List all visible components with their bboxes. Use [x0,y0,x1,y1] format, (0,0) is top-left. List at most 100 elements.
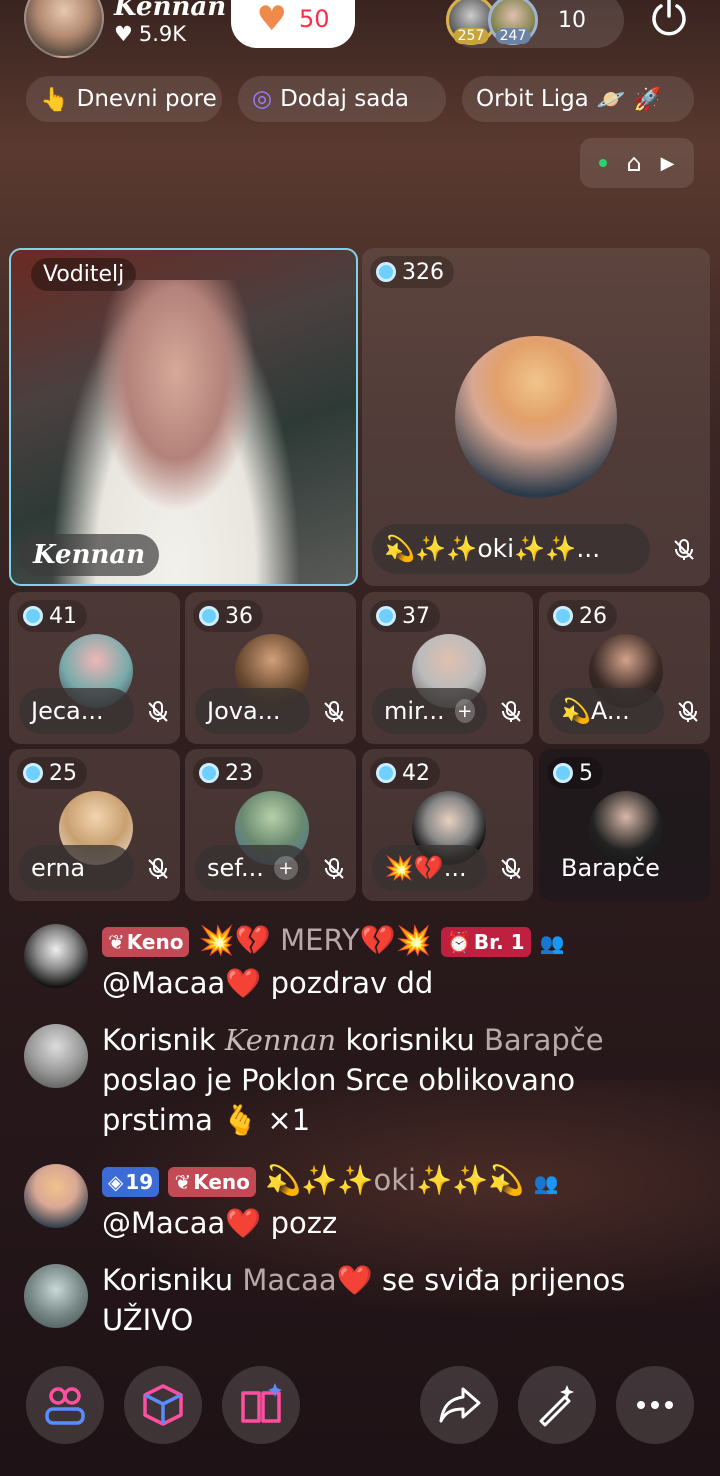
guest-tile[interactable]: 25 erna [9,749,180,901]
plus-icon[interactable]: + [273,856,298,880]
effects-button[interactable] [222,1366,300,1444]
chat-avatar[interactable] [24,924,88,988]
chat-message[interactable]: Korisnik Kennan korisniku Barapče poslao… [24,1020,690,1140]
guest-score: 25 [49,760,77,786]
power-icon[interactable] [646,0,692,40]
guest-score: 36 [225,603,253,629]
guest-tile[interactable]: 41 Jeca... [9,592,180,744]
diamond-icon: ◈ [108,1170,124,1194]
planet-icon: 🪐 [596,86,626,113]
mic-off-icon [501,701,521,722]
score-badge: 25 [17,757,87,789]
guest-name: Jeca... [31,697,104,725]
chat-text: @Macaa❤️ pozz [102,1206,338,1240]
guest-score: 23 [225,760,253,786]
magic-wand-button[interactable] [518,1366,596,1444]
host-name[interactable]: Kennan [114,0,226,22]
heart-icon: ♥ [256,0,287,39]
guest-name-pill: 💥💔... [372,845,487,891]
guest-tile[interactable]: 23 sef... + [185,749,356,901]
more-button[interactable] [616,1366,694,1444]
guest-avatar [455,336,617,498]
chat-avatar[interactable] [24,1264,88,1328]
guest-score: 37 [402,603,430,629]
chip-daily[interactable]: 👆 Dnevni pore [26,76,222,122]
chat-text: korisniku [345,1023,475,1057]
guest-tile[interactable]: 5 Barapče [539,749,710,901]
mic-off-icon [501,858,521,879]
keno-badge: ❦ Keno [168,1167,256,1197]
badge-icon: ❦ [174,1170,192,1194]
gem-icon [553,763,573,783]
viewer-count[interactable]: 10 [558,8,586,33]
rank-badge-label: Br. 1 [473,930,525,954]
guest-tile[interactable]: 42 💥💔... [362,749,533,901]
guest-name-pill: Jeca... [19,688,134,734]
people-icon [45,1387,85,1425]
guest-name-pill: Jova... [195,688,310,734]
mic-off-icon [678,701,698,722]
chat-text: Korisniku [102,1263,234,1297]
guest-name: Barapče [561,854,660,882]
gem-icon [376,606,396,626]
chat-text: @Macaa❤️ pozdrav dd [102,966,434,1000]
play-icon[interactable]: ▶ [661,153,675,174]
chip-add-now[interactable]: ◎ Dodaj sada [238,76,446,122]
guest-name: 💫✨✨oki✨✨... [384,534,601,563]
live-dot-icon [599,159,608,167]
follow-count: 50 [298,5,330,33]
chat-message[interactable]: ❦ Keno 💥💔 MERY💔💥 ⏰ Br. 1 👥 @Macaa❤️ pozdra… [24,920,690,1003]
share-button[interactable] [420,1366,498,1444]
top-viewers[interactable]: 257 247 10 [446,0,624,48]
mic-off-icon [324,858,344,879]
chat-text: Korisnik [102,1023,216,1057]
gem-icon [199,763,219,783]
cube-icon [143,1384,183,1426]
guest-name: 💫A... [561,697,630,725]
person-icon: 👥 [539,931,565,955]
guest-tile[interactable]: 37 mir... + [362,592,533,744]
level-badge-label: 19 [125,1170,154,1194]
chat-avatar[interactable] [24,1164,88,1228]
badge-icon: ❦ [108,930,125,954]
share-icon [439,1387,481,1423]
guest-tile[interactable]: 26 💫A... [539,592,710,744]
gift-box-button[interactable] [124,1366,202,1444]
score-badge: 42 [370,757,440,789]
book-sparkle-icon [241,1383,282,1423]
host-role-badge: Voditelj [31,258,137,291]
chat-username[interactable]: 💫✨✨oki✨✨💫 [265,1163,524,1197]
guest-name: mir... [384,697,445,725]
chip-orbit-league[interactable]: Orbit Liga 🪐 🚀 [462,76,694,122]
chat-message[interactable]: Korisniku Macaa❤️ se sviđa prijenos UŽIV… [24,1260,690,1340]
gem-icon [23,606,43,626]
mic-off-icon [324,701,344,722]
home-icon[interactable]: ⌂ [626,149,641,177]
chat-username[interactable]: Macaa❤️ [242,1263,372,1297]
guest-name-pill: Barapče [549,845,700,891]
chat-username[interactable]: Barapče [484,1023,604,1057]
chat-message[interactable]: ◈ 19 ❦ Keno 💫✨✨oki✨✨💫 👥 @Macaa❤️ pozz [24,1160,690,1243]
rocket-icon: 🚀 [633,86,663,113]
chat-username[interactable]: Kennan [225,1023,336,1057]
host-avatar[interactable] [24,0,104,58]
score-badge: 37 [370,600,440,632]
score-badge: 23 [193,757,263,789]
plus-icon[interactable]: + [454,699,475,723]
more-dots-icon [637,1401,673,1409]
chat-avatar[interactable] [24,1024,88,1088]
gem-icon [23,763,43,783]
chip-label: Orbit Liga [476,86,589,112]
room-controls[interactable]: ⌂ ▶ [580,138,694,188]
guests-button[interactable] [26,1366,104,1444]
host-video-tile[interactable]: Voditelj Kennan [9,248,358,586]
guest-name-pill: 💫✨✨oki✨✨... [372,524,650,574]
chat-username[interactable]: 💥💔 MERY💔💥 [199,923,432,957]
person-icon: 👥 [533,1171,559,1195]
keno-badge-label: Keno [193,1170,250,1194]
top-viewer-avatar[interactable]: 247 [488,0,538,45]
guest-tile-main[interactable]: 326 💫✨✨oki✨✨... [362,248,710,586]
follow-button[interactable]: ♥ 50 [231,0,355,48]
guest-tile[interactable]: 36 Jova... [185,592,356,744]
score-badge: 5 [547,757,603,789]
